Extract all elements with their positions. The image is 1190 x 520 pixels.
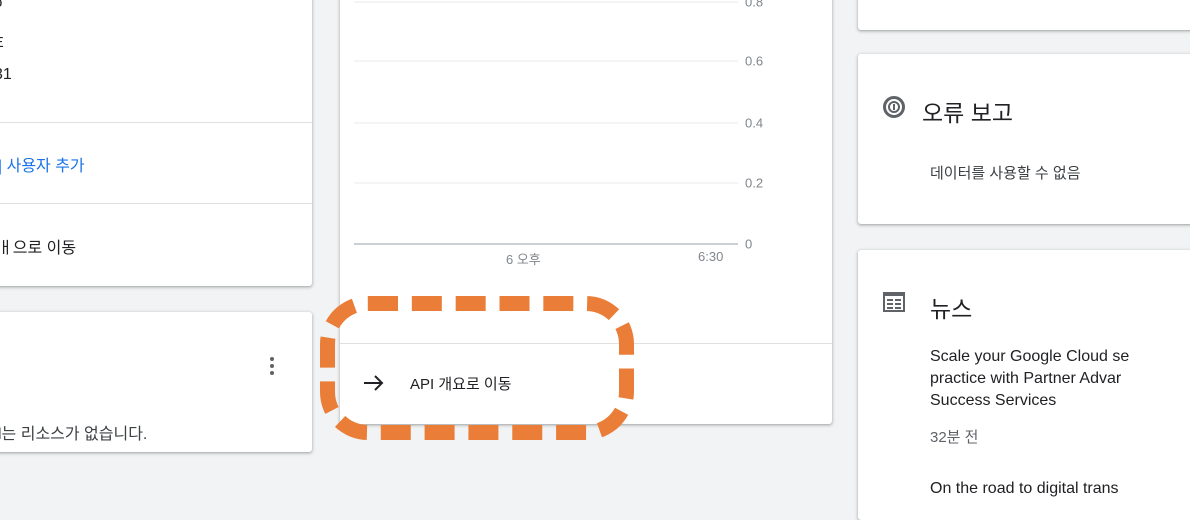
error-reporting-status: 데이터를 사용할 수 없음: [930, 165, 1081, 182]
news-item[interactable]: Scale your Google Cloud se practice with…: [930, 346, 1129, 447]
error-reporting-icon: [883, 96, 905, 118]
y-tick-label: 0: [745, 236, 753, 252]
resources-card: l는 리소스가 없습니다.: [0, 312, 312, 452]
info-value-1: o: [0, 0, 2, 11]
api-traffic-chart: [354, 1, 738, 245]
news-icon: [883, 292, 905, 312]
add-user-link[interactable]: | 사용자 추가: [0, 152, 85, 176]
x-tick-label: 6 오후: [506, 252, 541, 267]
more-options-icon[interactable]: [266, 354, 278, 378]
go-to-api-overview-link[interactable]: API 개요로 이동: [362, 368, 512, 398]
error-reporting-title: 오류 보고: [922, 100, 1014, 126]
api-chart-card: 0.8 0.6 0.4 0.2 0 6 오후 6:30 API 개요로 이동: [340, 0, 832, 424]
y-tick-label: 0.2: [745, 175, 764, 191]
info-value-2: Ξ: [0, 34, 4, 51]
project-info-card: o Ξ 31 | 사용자 추가 ㅐ으로 이동: [0, 0, 312, 286]
news-item-title-line: practice with Partner Advar: [930, 370, 1122, 387]
y-tick-label: 0.4: [745, 115, 764, 131]
y-tick-label: 0.6: [745, 53, 764, 69]
news-title: 뉴스: [930, 296, 973, 322]
news-item-title-line: On the road to digital trans: [930, 480, 1119, 497]
error-reporting-card: 오류 보고 데이터를 사용할 수 없음: [858, 54, 1190, 224]
arrow-right-icon: [364, 375, 384, 391]
news-item-title-line: Success Services: [930, 392, 1057, 409]
news-item-time: 32분 전: [930, 429, 979, 446]
x-tick-label: 6:30: [698, 249, 724, 264]
info-value-3: 31: [0, 66, 12, 83]
news-item-title-line: Scale your Google Cloud se: [930, 348, 1130, 365]
no-resources-text: l는 리소스가 없습니다.: [0, 426, 148, 443]
go-to-link[interactable]: ㅐ으로 이동: [0, 234, 76, 258]
top-right-card: [858, 0, 1190, 30]
go-to-api-overview-label: API 개요로 이동: [410, 375, 512, 393]
news-card: 뉴스 Scale your Google Cloud se practice w…: [858, 250, 1190, 520]
y-tick-label: 0.8: [745, 0, 764, 10]
news-item[interactable]: On the road to digital trans: [930, 478, 1119, 500]
